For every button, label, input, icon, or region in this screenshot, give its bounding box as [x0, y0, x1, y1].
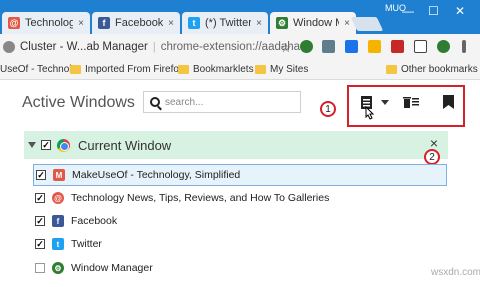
tab-row[interactable]: ✓ @ Technology News, Tips, Reviews, and …: [35, 187, 329, 209]
tab-row[interactable]: ⚙ Window Manager: [35, 257, 153, 279]
address-bar: Cluster - W...ab Manager | chrome-extens…: [0, 34, 480, 60]
window-manager-panel: Active Windows 1 ✓ Current Window × 2 ✓: [0, 81, 480, 287]
close-window-icon[interactable]: ✕: [455, 4, 465, 18]
twitter-icon: t: [52, 238, 64, 250]
row-checkbox[interactable]: ✓: [35, 193, 45, 203]
twitter-icon: t: [188, 17, 200, 29]
extension-icon[interactable]: [437, 40, 450, 53]
window-manager-extension-icon[interactable]: [300, 40, 313, 53]
bookmark-folder[interactable]: Other bookmarks: [386, 64, 478, 75]
new-tab-button[interactable]: [350, 17, 384, 31]
extension-icon[interactable]: [391, 40, 404, 53]
extension-icon[interactable]: [345, 40, 358, 53]
collapse-triangle-icon[interactable]: [28, 142, 36, 148]
callout-badge: 2: [424, 149, 440, 165]
group-checkbox[interactable]: ✓: [41, 140, 51, 150]
tab-row[interactable]: ✓ M MakeUseOf - Technology, Simplified: [33, 164, 447, 186]
row-checkbox[interactable]: ✓: [36, 170, 46, 180]
extension-icon[interactable]: [322, 40, 335, 53]
bookmark-folder[interactable]: Bookmarklets: [178, 64, 254, 75]
gear-icon: ⚙: [276, 17, 288, 29]
search-input[interactable]: [165, 96, 285, 108]
facebook-icon: f: [52, 215, 64, 227]
chrome-icon: [57, 138, 70, 152]
makeuseof-icon: @: [52, 192, 64, 204]
bookmark-folder[interactable]: My Sites: [255, 64, 308, 75]
tab-twitter[interactable]: t (*) Twitter ×: [182, 12, 268, 34]
tab-title: Facebook: [115, 17, 164, 29]
row-checkbox[interactable]: ✓: [35, 216, 45, 226]
tab-row-label: Facebook: [71, 215, 118, 227]
delete-list-icon[interactable]: [403, 95, 419, 109]
close-icon[interactable]: ×: [168, 18, 174, 29]
minimize-icon[interactable]: —: [402, 4, 414, 18]
extension-page-icon: [3, 41, 15, 53]
save-windows-icon[interactable]: [359, 95, 381, 121]
close-icon[interactable]: ×: [344, 18, 350, 29]
close-icon[interactable]: ×: [78, 18, 84, 29]
restore-icon[interactable]: ☐: [428, 4, 439, 18]
menu-icon[interactable]: [462, 40, 466, 53]
gear-icon: ⚙: [52, 262, 64, 274]
row-checkbox[interactable]: ✓: [35, 239, 45, 249]
search-icon: [150, 97, 160, 107]
group-title: Current Window: [78, 137, 172, 153]
search-box[interactable]: [143, 91, 301, 113]
bookmarks-bar: UseOf - Technol Imported From Firefo Boo…: [0, 60, 480, 80]
tab-row[interactable]: ✓ f Facebook: [35, 210, 117, 232]
folder-icon: [178, 65, 189, 74]
tab-title: Technolog: [25, 17, 74, 29]
close-icon[interactable]: ×: [256, 18, 262, 29]
site-name[interactable]: Cluster - W...ab Manager: [20, 41, 148, 53]
folder-icon: [255, 65, 266, 74]
bookmark-icon[interactable]: [443, 95, 454, 109]
bookmark-item[interactable]: UseOf - Technol: [0, 64, 72, 75]
tab-strip: @ Technolog × f Facebook × t (*) Twitter…: [0, 0, 480, 34]
tab-row-label: MakeUseOf - Technology, Simplified: [72, 169, 241, 181]
bookmark-star-icon[interactable]: ☆: [280, 40, 292, 56]
watermark: wsxdn.com: [431, 267, 480, 278]
row-checkbox[interactable]: [35, 263, 45, 273]
folder-icon: [386, 65, 397, 74]
tab-row-label: Twitter: [71, 238, 102, 250]
page-title: Active Windows: [22, 94, 135, 111]
chevron-down-icon[interactable]: [381, 100, 389, 106]
folder-icon: [70, 65, 81, 74]
drive-icon[interactable]: [368, 40, 381, 53]
makeuseof-icon: @: [8, 17, 20, 29]
bookmark-folder[interactable]: Imported From Firefo: [70, 64, 179, 75]
tab-row-label: Technology News, Tips, Reviews, and How …: [71, 192, 330, 204]
callout-badge: 1: [320, 101, 336, 117]
url-separator: |: [152, 41, 156, 53]
tab-facebook[interactable]: f Facebook ×: [92, 12, 180, 34]
tab-title: Window M: [293, 17, 339, 29]
makeuseof-icon: M: [53, 169, 65, 181]
tab-title: (*) Twitter: [205, 17, 252, 29]
window-group-header[interactable]: ✓ Current Window ×: [24, 131, 448, 159]
facebook-icon: f: [98, 17, 110, 29]
tab-technology[interactable]: @ Technolog ×: [2, 12, 90, 34]
tab-row-label: Window Manager: [71, 262, 153, 274]
copy-icon[interactable]: [414, 40, 427, 53]
tab-row[interactable]: ✓ t Twitter: [35, 233, 102, 255]
tab-window-manager[interactable]: ⚙ Window M ×: [270, 12, 356, 34]
